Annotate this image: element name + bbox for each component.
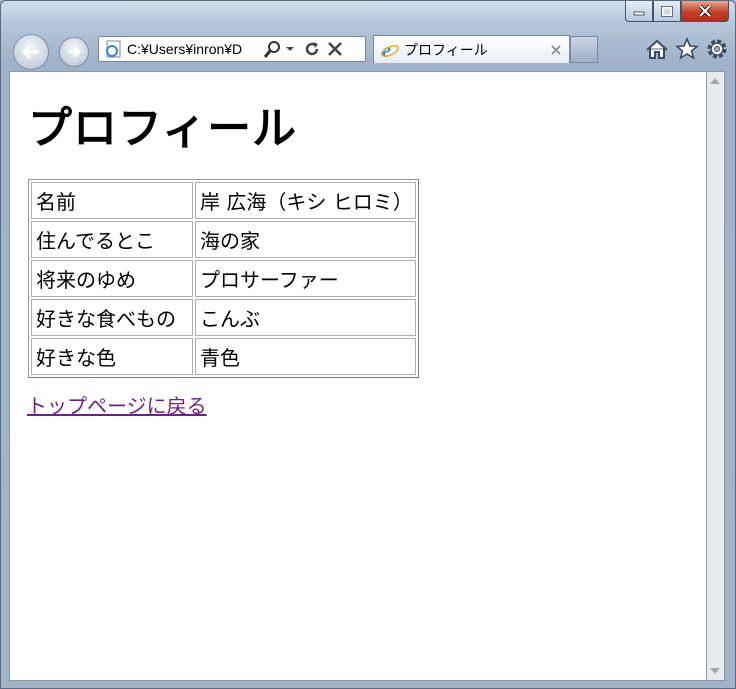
close-tab-icon[interactable]: [551, 44, 561, 55]
row-label: 将来のゆめ: [31, 260, 193, 297]
back-arrow-icon: [21, 44, 39, 60]
browser-window: C:¥Users¥inron¥D e プロフィール プロフィール 名前 岸 広海…: [0, 0, 736, 689]
table-row: 住んでるとこ 海の家: [31, 221, 416, 258]
back-button[interactable]: [13, 34, 49, 70]
vertical-scrollbar[interactable]: [707, 71, 725, 681]
maximize-button[interactable]: [653, 1, 681, 22]
address-bar[interactable]: C:¥Users¥inron¥D: [98, 36, 366, 62]
home-icon[interactable]: [645, 37, 669, 61]
table-row: 名前 岸 広海（キシ ヒロミ）: [31, 182, 416, 219]
forward-button[interactable]: [59, 37, 89, 67]
table-row: 好きな色 青色: [31, 338, 416, 375]
window-controls: [625, 1, 729, 23]
row-label: 住んでるとこ: [31, 221, 193, 258]
new-tab-button[interactable]: [570, 36, 598, 63]
tab-profile[interactable]: e プロフィール: [373, 35, 570, 63]
page-viewport: プロフィール 名前 岸 広海（キシ ヒロミ） 住んでるとこ 海の家 将来のゆめ …: [9, 71, 707, 681]
close-icon: [698, 5, 712, 17]
back-to-top-link[interactable]: トップページに戻る: [27, 390, 207, 419]
minimize-icon: [633, 11, 645, 16]
row-label: 好きな食べもの: [31, 299, 193, 336]
minimize-button[interactable]: [625, 1, 653, 22]
search-icon[interactable]: [263, 39, 283, 59]
command-icons: [645, 37, 729, 61]
stop-icon[interactable]: [327, 41, 343, 57]
profile-table: 名前 岸 広海（キシ ヒロミ） 住んでるとこ 海の家 将来のゆめ プロサーファー…: [28, 179, 419, 378]
favorites-star-icon[interactable]: [675, 37, 699, 61]
close-window-button[interactable]: [681, 1, 729, 22]
gear-icon[interactable]: [705, 37, 729, 61]
navigation-bar: C:¥Users¥inron¥D e プロフィール: [1, 31, 736, 71]
tab-title: プロフィール: [404, 42, 488, 59]
page-file-icon: [103, 39, 123, 59]
table-row: 将来のゆめ プロサーファー: [31, 260, 416, 297]
row-label: 好きな色: [31, 338, 193, 375]
row-value: 岸 広海（キシ ヒロミ）: [195, 182, 416, 219]
row-value: 青色: [195, 338, 416, 375]
chevron-down-icon[interactable]: [285, 44, 295, 54]
table-row: 好きな食べもの こんぶ: [31, 299, 416, 336]
ie-logo-icon: e: [380, 40, 400, 60]
refresh-icon[interactable]: [303, 40, 321, 58]
row-label: 名前: [31, 182, 193, 219]
row-value: こんぶ: [195, 299, 416, 336]
row-value: プロサーファー: [195, 260, 416, 297]
page-title: プロフィール: [28, 103, 298, 154]
address-text[interactable]: C:¥Users¥inron¥D: [127, 41, 257, 57]
scroll-up-arrow-icon[interactable]: [710, 78, 720, 84]
forward-arrow-icon: [68, 46, 81, 58]
row-value: 海の家: [195, 221, 416, 258]
maximize-icon: [661, 5, 673, 17]
scroll-down-arrow-icon[interactable]: [710, 668, 720, 674]
